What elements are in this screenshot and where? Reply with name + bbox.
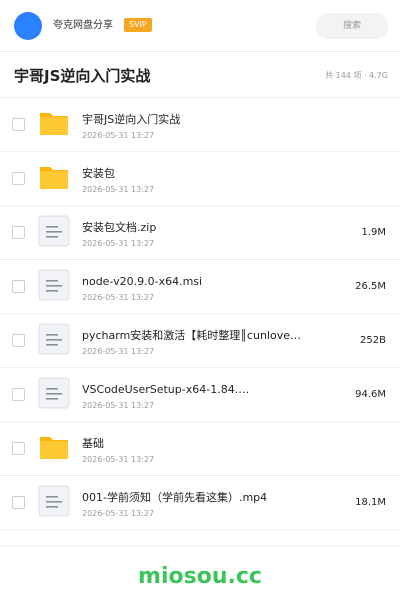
file-date: 2026-05-31 13:27 [82,455,155,464]
file-icon [38,485,70,517]
folder-icon [38,431,70,463]
file-icon [38,215,70,247]
select-checkbox[interactable] [12,226,25,239]
file-name: 宇哥JS逆向入门实战 [82,113,181,126]
file-date: 2026-05-31 13:27 [82,239,155,248]
file-size: 18.1M [355,497,386,508]
file-date: 2026-05-31 13:27 [82,131,155,140]
file-date: 2026-05-31 13:27 [82,401,155,410]
file-size: 26.5M [355,281,386,292]
file-date: 2026-05-31 13:27 [82,347,155,356]
select-checkbox[interactable] [12,118,25,131]
list-item[interactable]: VSCodeUserSetup-x64-1.84.… 2026-05-31 13:… [0,368,400,422]
file-list: 宇哥JS逆向入门实战 2026-05-31 13:27 安装包 2026-05-31 … [0,98,400,530]
file-name: VSCodeUserSetup-x64-1.84.… [82,383,250,396]
file-size: 94.6M [355,389,386,400]
watermark-logo: miosou.cc [138,564,262,589]
file-icon [38,377,70,409]
list-item[interactable]: 001-学前须知（学前先看这集）.mp4 2026-05-31 13:27 18.1… [0,476,400,530]
file-icon [38,269,70,301]
file-name: 安装包文档.zip [82,221,157,234]
list-item[interactable]: 基础 2026-05-31 13:27 [0,422,400,476]
app-name: 夸克网盘分享 [53,20,113,31]
file-date: 2026-05-31 13:27 [82,293,155,302]
list-item[interactable]: 安装包 2026-05-31 13:27 [0,152,400,206]
list-item[interactable]: node-v20.9.0-x64.msi 2026-05-31 13:27 26.5… [0,260,400,314]
list-item[interactable]: 安装包文档.zip 2026-05-31 13:27 1.9M [0,206,400,260]
select-checkbox[interactable] [12,280,25,293]
file-size: 252B [360,335,386,346]
select-checkbox[interactable] [12,496,25,509]
folder-icon [38,161,70,193]
file-name: 001-学前须知（学前先看这集）.mp4 [82,491,268,504]
list-item[interactable]: 宇哥JS逆向入门实战 2026-05-31 13:27 [0,98,400,152]
page-title: 宇哥JS逆向入门实战 [14,67,151,85]
list-item[interactable]: pycharm安装和激活【耗时整理║cunlove… 2026-05-31 13:… [0,314,400,368]
folder-icon [38,107,70,139]
file-size: 1.9M [361,227,386,238]
file-name: 安装包 [82,167,115,180]
file-name: pycharm安装和激活【耗时整理║cunlove… [82,329,301,342]
select-checkbox[interactable] [12,442,25,455]
avatar[interactable] [14,12,42,40]
title-bar: 宇哥JS逆向入门实战 共 144 项 · 4.7G [0,52,400,98]
file-date: 2026-05-31 13:27 [82,509,155,518]
file-icon [38,323,70,355]
item-count-summary: 共 144 项 · 4.7G [325,71,388,80]
select-checkbox[interactable] [12,388,25,401]
file-date: 2026-05-31 13:27 [82,185,155,194]
select-checkbox[interactable] [12,172,25,185]
file-name: node-v20.9.0-x64.msi [82,275,203,288]
svip-badge: SVIP [124,18,152,32]
select-checkbox[interactable] [12,334,25,347]
header: 夸克网盘分享 SVIP 搜索 [0,0,400,52]
file-name: 基础 [82,437,104,450]
search-input[interactable]: 搜索 [316,13,388,39]
